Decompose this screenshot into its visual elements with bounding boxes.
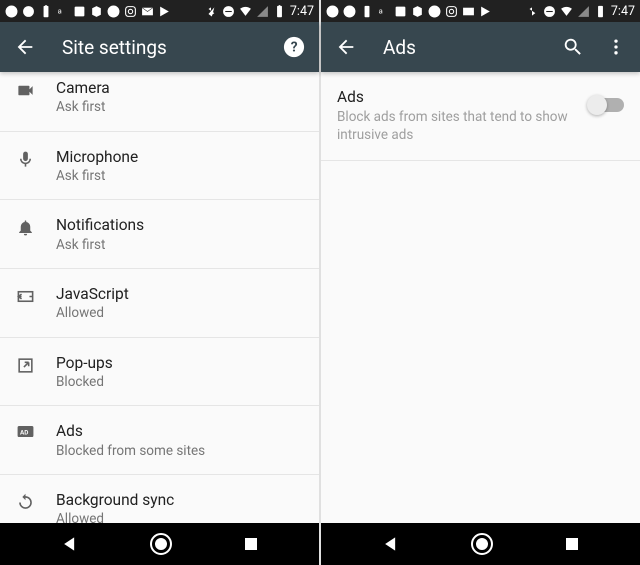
- battery-alert-icon: [39, 5, 52, 18]
- mail-icon: [141, 5, 154, 18]
- popup-icon: [16, 353, 56, 375]
- signal-icon: [577, 5, 590, 18]
- setting-ads[interactable]: AD Ads Blocked from some sites: [0, 406, 319, 475]
- setting-notifications[interactable]: Notifications Ask first: [0, 200, 319, 269]
- setting-title: Background sync: [56, 490, 303, 510]
- status-bar: a: [0, 0, 319, 22]
- phone-right: a 7:47 Ads: [321, 0, 640, 565]
- switch-knob: [587, 95, 607, 115]
- chat-icon: [343, 5, 356, 18]
- amazon-icon: a: [377, 5, 390, 18]
- dnd-icon: [543, 5, 556, 18]
- status-bar: a 7:47: [321, 0, 640, 22]
- svg-text:a: a: [58, 6, 62, 15]
- gallery-icon: [394, 5, 407, 18]
- bluetooth-icon: [526, 5, 539, 18]
- back-icon[interactable]: [335, 36, 357, 58]
- nav-recent-icon[interactable]: [242, 535, 260, 553]
- phone-left: a: [0, 0, 319, 565]
- play-icon: [479, 5, 492, 18]
- gallery-icon: [73, 5, 86, 18]
- svg-text:?: ?: [291, 40, 298, 56]
- setting-title: Ads: [56, 421, 303, 441]
- settings-list: Camera Ask first Microphone Ask first No…: [0, 72, 319, 523]
- search-icon[interactable]: [562, 36, 584, 58]
- setting-camera[interactable]: Camera Ask first: [0, 72, 319, 132]
- signal-icon: [256, 5, 269, 18]
- ads-title: Ads: [337, 88, 580, 106]
- ads-switch[interactable]: [590, 98, 624, 112]
- messenger-icon: [5, 5, 18, 18]
- mail-icon: [462, 5, 475, 18]
- dnd-icon: [222, 5, 235, 18]
- setting-sub: Allowed: [56, 511, 303, 523]
- camera-icon: [16, 78, 56, 100]
- status-time: 7:47: [611, 4, 635, 19]
- wifi-icon: [560, 5, 573, 18]
- more-icon[interactable]: [606, 37, 626, 57]
- instagram-icon: [124, 5, 137, 18]
- svg-text:a: a: [379, 6, 383, 15]
- messenger2-icon: [428, 5, 441, 18]
- setting-javascript[interactable]: JavaScript Allowed: [0, 269, 319, 338]
- amazon-icon: a: [56, 5, 69, 18]
- messenger2-icon: [107, 5, 120, 18]
- mic-icon: [16, 147, 56, 169]
- setting-title: Pop-ups: [56, 353, 303, 373]
- setting-title: Notifications: [56, 215, 303, 235]
- nav-home-icon[interactable]: [470, 532, 494, 556]
- app-bar-right: Ads: [321, 22, 640, 72]
- setting-sub: Blocked: [56, 374, 303, 392]
- status-time: 7:47: [290, 4, 314, 19]
- play-icon: [158, 5, 171, 18]
- status-left-icons: a: [326, 5, 492, 18]
- help-icon[interactable]: ?: [283, 36, 305, 58]
- setting-microphone[interactable]: Microphone Ask first: [0, 132, 319, 201]
- sync-icon: [16, 490, 56, 512]
- battery-icon: [273, 5, 286, 18]
- nav-home-icon[interactable]: [149, 532, 173, 556]
- setting-sub: Allowed: [56, 305, 303, 323]
- messenger-icon: [326, 5, 339, 18]
- maps-icon: [411, 5, 424, 18]
- maps-icon: [90, 5, 103, 18]
- nav-recent-icon[interactable]: [563, 535, 581, 553]
- bell-icon: [16, 215, 56, 237]
- ads-toggle-row[interactable]: Ads Block ads from sites that tend to sh…: [321, 72, 640, 161]
- nav-back-icon[interactable]: [381, 534, 401, 554]
- setting-title: Camera: [56, 78, 303, 98]
- svg-text:AD: AD: [20, 429, 28, 437]
- setting-sub: Ask first: [56, 99, 303, 117]
- nav-bar: [321, 523, 640, 565]
- ads-icon: AD: [16, 421, 56, 439]
- setting-sub: Ask first: [56, 237, 303, 255]
- ads-sub: Block ads from sites that tend to show i…: [337, 108, 580, 144]
- ads-content: Ads Block ads from sites that tend to sh…: [321, 72, 640, 523]
- wifi-icon: [239, 5, 252, 18]
- nav-bar: [0, 523, 319, 565]
- status-right-icons: 7:47: [205, 4, 314, 19]
- setting-background-sync[interactable]: Background sync Allowed: [0, 475, 319, 523]
- page-title: Ads: [383, 36, 416, 59]
- js-icon: [16, 284, 56, 306]
- app-bar-left: Site settings ?: [0, 22, 319, 72]
- bluetooth-icon: [205, 5, 218, 18]
- setting-popups[interactable]: Pop-ups Blocked: [0, 338, 319, 407]
- status-left-icons: a: [5, 5, 171, 18]
- setting-sub: Ask first: [56, 168, 303, 186]
- battery-alert-icon: [360, 5, 373, 18]
- setting-title: Microphone: [56, 147, 303, 167]
- battery-icon: [594, 5, 607, 18]
- chat-icon: [22, 5, 35, 18]
- status-right-icons: 7:47: [526, 4, 635, 19]
- setting-title: JavaScript: [56, 284, 303, 304]
- back-icon[interactable]: [14, 36, 36, 58]
- instagram-icon: [445, 5, 458, 18]
- nav-back-icon[interactable]: [60, 534, 80, 554]
- page-title: Site settings: [62, 36, 167, 59]
- setting-sub: Blocked from some sites: [56, 443, 303, 461]
